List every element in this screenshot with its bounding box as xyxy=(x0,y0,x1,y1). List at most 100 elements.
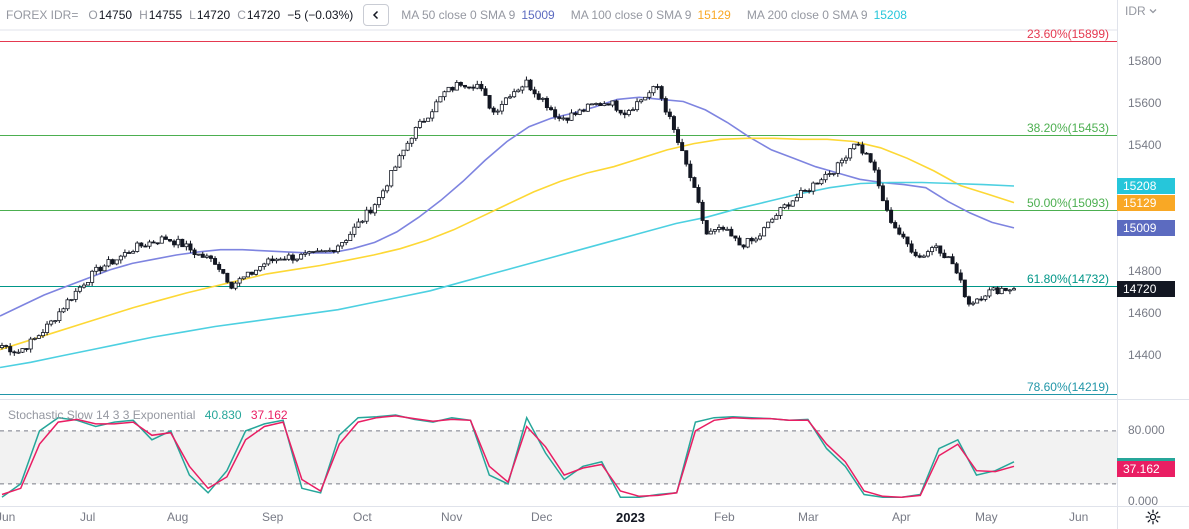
ma50-line xyxy=(0,96,1015,317)
candle-up xyxy=(647,92,652,98)
candle-down xyxy=(491,107,496,113)
candle-up xyxy=(757,235,762,240)
candle-up xyxy=(446,86,451,93)
candle-down xyxy=(467,86,472,89)
candle-up xyxy=(245,271,250,278)
candle-down xyxy=(200,253,205,258)
candle-up xyxy=(503,97,508,105)
time-tick-label: Mar xyxy=(798,510,819,524)
candle-up xyxy=(778,207,783,216)
ma50-value: 15009 xyxy=(521,8,555,22)
price-tick-label: 15400 xyxy=(1128,137,1162,152)
candle-up xyxy=(360,220,365,223)
candle-down xyxy=(557,116,562,119)
ma200-label[interactable]: MA 200 close 0 SMA 9 xyxy=(747,8,868,22)
candle-down xyxy=(221,269,226,274)
candle-down xyxy=(155,242,160,245)
candle-up xyxy=(835,162,840,174)
symbol-label[interactable]: FOREX IDR= xyxy=(6,8,78,22)
candle-down xyxy=(979,298,984,301)
candle-down xyxy=(487,95,492,109)
candle-down xyxy=(688,163,693,178)
ma100-label[interactable]: MA 100 close 0 SMA 9 xyxy=(571,8,692,22)
candle-down xyxy=(741,244,746,248)
collapse-legend-button[interactable] xyxy=(363,4,390,26)
stoch-label[interactable]: Stochastic Slow 14 3 3 Exponential xyxy=(8,408,195,422)
candle-up xyxy=(118,255,123,261)
fib-label: 23.60%(15899) xyxy=(1026,26,1109,41)
candle-up xyxy=(516,89,521,93)
candle-down xyxy=(897,227,902,235)
candle-down xyxy=(180,238,185,248)
candle-down xyxy=(565,117,570,121)
candle-down xyxy=(856,143,861,146)
candle-up xyxy=(65,299,70,310)
candle-up xyxy=(389,170,394,187)
chevron-down-icon xyxy=(1149,9,1157,14)
candle-up xyxy=(409,137,414,144)
candle-down xyxy=(676,129,681,143)
candle-up xyxy=(717,226,722,230)
candle-up xyxy=(69,299,74,301)
candle-up xyxy=(159,236,164,244)
candle-up xyxy=(344,240,349,243)
candle-down xyxy=(544,97,549,109)
time-tick-label: Jun xyxy=(1069,510,1089,524)
candle-up xyxy=(585,103,590,112)
candle-up xyxy=(294,258,299,261)
candle-up xyxy=(86,282,91,286)
open-value: 14750 xyxy=(98,8,133,22)
candle-up xyxy=(196,253,201,256)
candle-down xyxy=(749,238,754,242)
candle-up xyxy=(745,238,750,248)
candle-down xyxy=(901,233,906,238)
candle-up xyxy=(811,182,816,192)
candle-down xyxy=(458,82,463,86)
candle-up xyxy=(524,79,529,88)
high-key: H xyxy=(139,8,148,22)
candle-up xyxy=(1007,289,1012,292)
candle-up xyxy=(520,86,525,91)
candle-down xyxy=(614,100,619,111)
candle-down xyxy=(942,252,947,259)
price-tag: 15129 xyxy=(1117,194,1175,211)
candle-up xyxy=(434,101,439,113)
stoch-d-value: 37.162 xyxy=(250,408,288,422)
candle-up xyxy=(397,155,402,168)
candle-up xyxy=(184,243,189,248)
candle-up xyxy=(57,311,62,322)
candle-down xyxy=(803,190,808,192)
gear-icon[interactable] xyxy=(1145,509,1161,525)
candle-up xyxy=(299,253,304,260)
candle-down xyxy=(110,259,115,265)
candle-up xyxy=(53,320,58,323)
candle-down xyxy=(450,86,455,91)
candle-up xyxy=(40,332,45,337)
candle-down xyxy=(213,258,218,265)
time-tick-label: May xyxy=(975,510,998,524)
candle-down xyxy=(479,83,484,90)
candle-up xyxy=(122,252,127,257)
candle-up xyxy=(417,120,422,128)
fib-label: 61.80%(14732) xyxy=(1026,271,1109,286)
candle-up xyxy=(241,276,246,280)
candle-up xyxy=(991,287,996,291)
candle-up xyxy=(77,286,82,292)
stoch-k-value: 40.830 xyxy=(204,408,242,422)
ma50-label[interactable]: MA 50 close 0 SMA 9 xyxy=(401,8,515,22)
candle-up xyxy=(852,143,857,150)
candle-down xyxy=(606,103,611,106)
low-key: L xyxy=(189,8,196,22)
candle-up xyxy=(848,148,853,159)
candle-up xyxy=(577,109,582,115)
candle-up xyxy=(401,149,406,157)
stoch-band-fill xyxy=(0,430,1117,484)
candle-up xyxy=(454,82,459,91)
candle-up xyxy=(348,233,353,241)
currency-selector[interactable]: IDR xyxy=(1125,4,1158,18)
candle-up xyxy=(73,290,78,300)
price-chart[interactable] xyxy=(0,0,1189,529)
candle-down xyxy=(663,98,668,113)
candle-up xyxy=(540,97,545,100)
candle-up xyxy=(844,157,849,161)
